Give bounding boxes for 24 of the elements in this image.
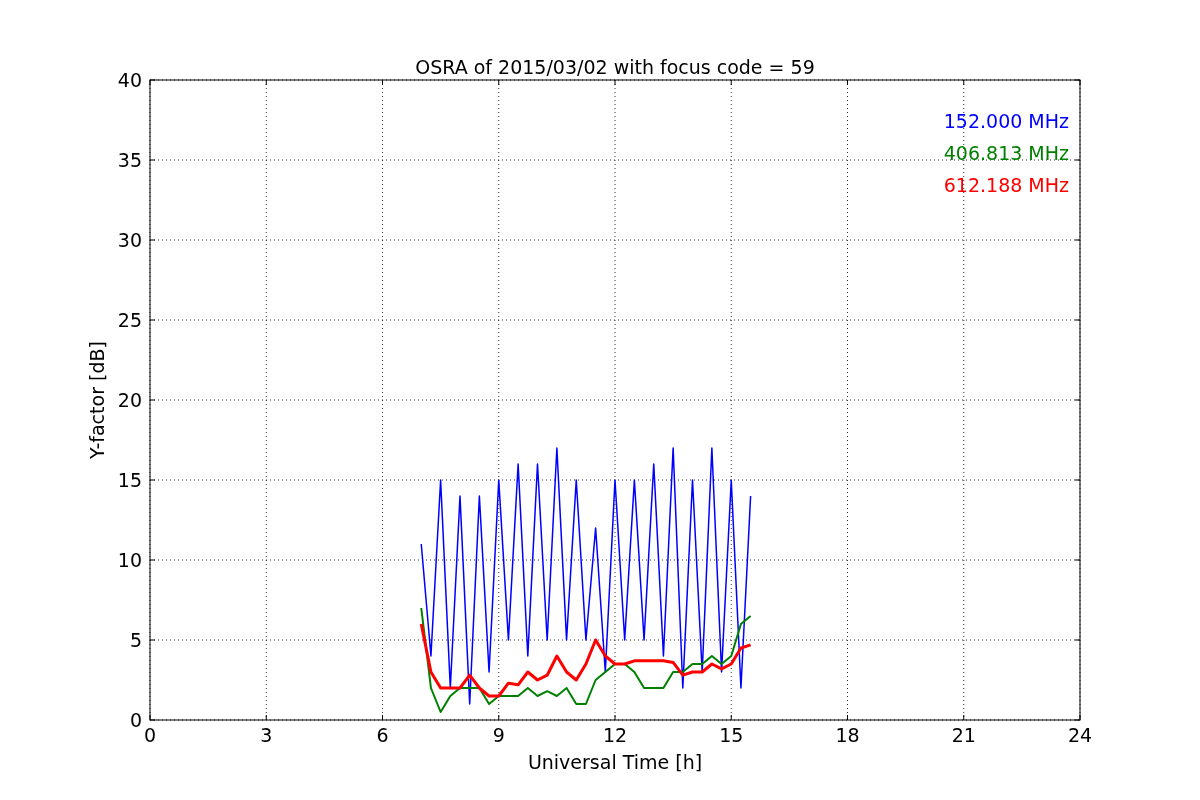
y-tick-label: 25	[117, 309, 142, 331]
x-tick-label: 6	[376, 724, 389, 746]
y-tick-label: 35	[117, 149, 142, 171]
x-tick-label: 9	[492, 724, 505, 746]
y-tick-label: 20	[117, 389, 142, 411]
x-axis-label: Universal Time [h]	[527, 751, 703, 773]
chart-title: OSRA of 2015/03/02 with focus code = 59	[415, 56, 815, 78]
x-tick-label: 0	[143, 724, 157, 746]
y-tick-label: 0	[129, 709, 142, 731]
y-tick-label: 5	[129, 629, 142, 651]
x-tick-label: 3	[260, 724, 273, 746]
x-tick-label: 21	[951, 724, 976, 746]
y-axis-label: Y-factor [dB]	[86, 341, 108, 459]
series-label: 612.188 MHz	[943, 174, 1069, 196]
series-label: 406.813 MHz	[943, 142, 1069, 164]
x-tick-label: 15	[719, 724, 744, 746]
x-tick-label: 24	[1067, 724, 1093, 746]
y-tick-label: 30	[117, 229, 142, 251]
series-label: 152.000 MHz	[943, 110, 1069, 132]
x-tick-label: 18	[835, 724, 860, 746]
y-tick-label: 10	[117, 549, 142, 571]
y-tick-label: 40	[117, 69, 142, 91]
x-tick-label: 12	[602, 724, 628, 746]
y-tick-label: 15	[117, 469, 142, 491]
